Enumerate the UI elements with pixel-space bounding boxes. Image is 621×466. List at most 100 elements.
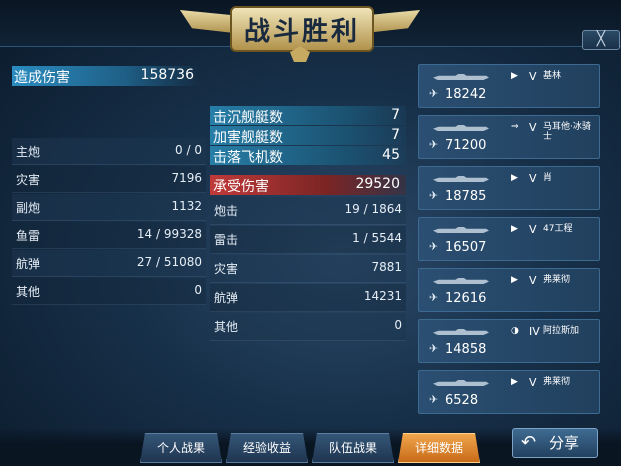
plane-icon: ✈ xyxy=(429,393,439,406)
tab-experience[interactable]: 经验收益 xyxy=(226,433,308,463)
ship-damage-value: 71200 xyxy=(445,138,487,153)
damage-dealt-row: 造成伤害 158736 xyxy=(12,66,200,86)
damage-dealt-label: 造成伤害 xyxy=(14,70,70,86)
damage-taken-label: 承受伤害 xyxy=(213,179,269,195)
stat-label: 主炮 xyxy=(16,145,41,159)
plane-icon: ✈ xyxy=(429,87,439,100)
title-plate: 战斗胜利 xyxy=(230,6,374,52)
ship-rank: IV xyxy=(529,325,540,338)
stat-value: 0 / 0 xyxy=(175,143,202,157)
double-arrow-icon: ⇒ xyxy=(511,122,519,132)
ship-card[interactable]: ✈ 18785 ▶ V 肖 xyxy=(418,166,600,210)
kill-value: 7 xyxy=(391,107,400,123)
ship-card[interactable]: ✈ 6528 ▶ V 弗莱彻 xyxy=(418,370,600,414)
damage-taken-table: 炮击 19 / 1864 雷击 1 / 5544 灾害 7881 航弹 1423… xyxy=(210,197,406,342)
damage-taken-value: 29520 xyxy=(355,176,400,192)
plane-icon: ✈ xyxy=(429,138,439,151)
kills-summary: 击沉舰艇数 7 加害舰艇数 7 击落飞机数 45 xyxy=(210,106,406,166)
ship-name: 阿拉斯加 xyxy=(543,326,580,336)
ship-damage-value: 16507 xyxy=(445,240,487,255)
battle-result-screen: 战斗胜利 ╳ 造成伤害 158736 主炮 0 / 0 灾害 7196 副炮 1… xyxy=(0,0,621,466)
stat-label: 航弹 xyxy=(16,257,41,271)
table-row: 炮击 19 / 1864 xyxy=(210,197,406,225)
play-icon: ▶ xyxy=(511,71,518,81)
table-row: 其他 0 xyxy=(210,313,406,341)
kill-row: 击沉舰艇数 7 xyxy=(210,106,406,126)
stat-label: 其他 xyxy=(16,285,41,299)
ship-damage-value: 6528 xyxy=(445,393,479,408)
page-title: 战斗胜利 xyxy=(243,16,360,47)
kill-label: 加害舰艇数 xyxy=(213,130,283,146)
stat-label: 灾害 xyxy=(16,173,41,187)
stat-value: 14231 xyxy=(363,289,402,303)
ship-card[interactable]: ✈ 16507 ▶ V 47工程 xyxy=(418,217,600,261)
table-row: 灾害 7196 xyxy=(12,166,206,193)
table-row: 其他 0 xyxy=(12,278,206,305)
ship-silhouette-icon xyxy=(433,74,489,80)
stat-label: 航弹 xyxy=(214,291,239,305)
ship-silhouette-icon xyxy=(433,227,489,233)
stat-value: 27 / 51080 xyxy=(136,255,202,269)
ship-rank: V xyxy=(529,223,537,236)
stat-value: 1132 xyxy=(171,199,202,213)
damage-dealt-value: 158736 xyxy=(140,67,194,83)
ship-silhouette-icon xyxy=(433,125,489,131)
eye-slash-icon: ◑ xyxy=(511,326,519,336)
ship-damage-value: 18785 xyxy=(445,189,487,204)
kill-row: 击落飞机数 45 xyxy=(210,146,406,166)
tab-personal-results[interactable]: 个人战果 xyxy=(140,433,222,463)
kill-value: 7 xyxy=(391,127,400,143)
table-row: 鱼雷 14 / 99328 xyxy=(12,222,206,249)
ship-silhouette-icon xyxy=(433,278,489,284)
table-row: 主炮 0 / 0 xyxy=(12,138,206,165)
stat-value: 19 / 1864 xyxy=(344,202,402,216)
ship-silhouette-icon xyxy=(433,329,489,335)
play-icon: ▶ xyxy=(511,377,518,387)
stat-value: 0 xyxy=(194,283,202,297)
ship-name: 马耳他·冰骑士 xyxy=(543,122,591,142)
ship-damage-value: 12616 xyxy=(445,291,487,306)
ship-silhouette-icon xyxy=(433,380,489,386)
ship-damage-value: 18242 xyxy=(445,87,487,102)
stat-label: 鱼雷 xyxy=(16,229,41,243)
ship-name: 弗莱彻 xyxy=(543,377,571,387)
ship-name: 基林 xyxy=(543,71,562,81)
kill-row: 加害舰艇数 7 xyxy=(210,126,406,146)
share-button[interactable]: ↶ 分享 xyxy=(512,428,598,458)
table-row: 灾害 7881 xyxy=(210,255,406,283)
ship-silhouette-icon xyxy=(433,176,489,182)
play-icon: ▶ xyxy=(511,173,518,183)
kill-value: 45 xyxy=(382,147,400,163)
ship-card[interactable]: ✈ 14858 ◑ IV 阿拉斯加 xyxy=(418,319,600,363)
ship-name: 弗莱彻 xyxy=(543,275,571,285)
stat-label: 副炮 xyxy=(16,201,41,215)
stat-label: 炮击 xyxy=(214,204,239,218)
play-icon: ▶ xyxy=(511,224,518,234)
stat-value: 7881 xyxy=(371,260,402,274)
plane-icon: ✈ xyxy=(429,189,439,202)
stat-label: 灾害 xyxy=(214,262,239,276)
ship-rank: V xyxy=(529,274,537,287)
tab-team-results[interactable]: 队伍战果 xyxy=(312,433,394,463)
tab-detailed-data[interactable]: 详细数据 xyxy=(398,433,480,463)
plane-icon: ✈ xyxy=(429,240,439,253)
stat-value: 7196 xyxy=(171,171,202,185)
ship-rank: V xyxy=(529,70,537,83)
ship-card[interactable]: ✈ 71200 ⇒ V 马耳他·冰骑士 xyxy=(418,115,600,159)
ship-card[interactable]: ✈ 12616 ▶ V 弗莱彻 xyxy=(418,268,600,312)
table-row: 航弹 14231 xyxy=(210,284,406,312)
table-row: 雷击 1 / 5544 xyxy=(210,226,406,254)
ship-name: 肖 xyxy=(543,173,553,183)
stat-value: 0 xyxy=(394,318,402,332)
stat-label: 其他 xyxy=(214,320,239,334)
share-label: 分享 xyxy=(549,434,580,452)
close-button[interactable]: ╳ xyxy=(582,30,620,50)
ship-card[interactable]: ✈ 18242 ▶ V 基林 xyxy=(418,64,600,108)
stat-label: 雷击 xyxy=(214,233,239,247)
play-icon: ▶ xyxy=(511,275,518,285)
ship-damage-value: 14858 xyxy=(445,342,487,357)
ship-rank: V xyxy=(529,172,537,185)
table-row: 副炮 1132 xyxy=(12,194,206,221)
ship-name: 47工程 xyxy=(543,224,573,234)
table-row: 航弹 27 / 51080 xyxy=(12,250,206,277)
